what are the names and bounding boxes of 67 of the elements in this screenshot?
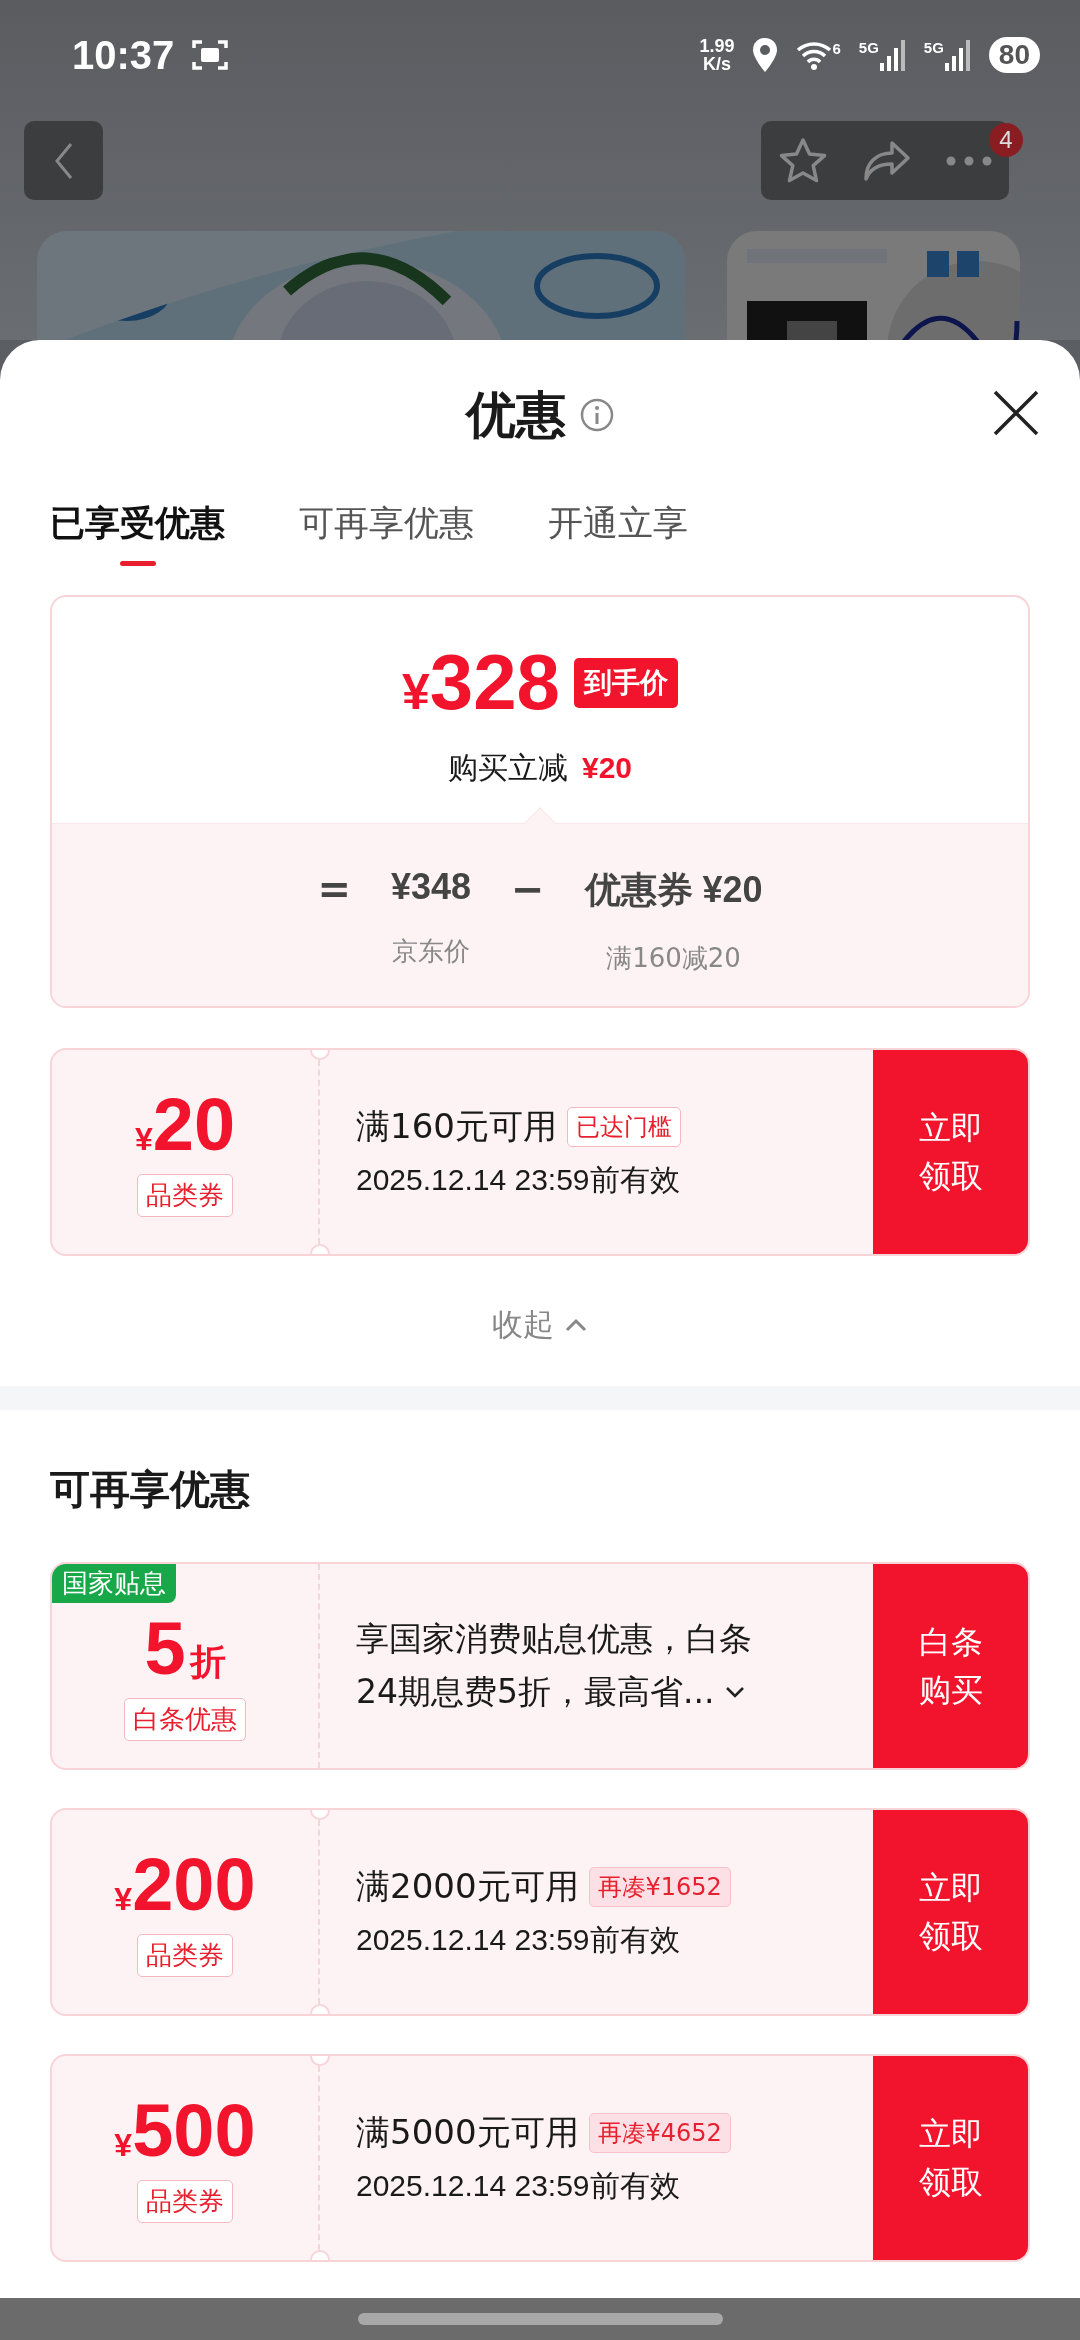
offer-description: 24期息费5折，最高省... (356, 1671, 715, 1713)
tab[interactable]: 可再享优惠 (299, 500, 474, 566)
more-icon[interactable] (946, 155, 992, 166)
currency-symbol: ¥ (114, 1882, 133, 1915)
currency-symbol: ¥ (134, 1122, 153, 1155)
coupon-amount: 200 (132, 1847, 256, 1922)
price-component: ¥348 (390, 866, 471, 908)
coupon-type-tag: 品类券 (137, 1933, 233, 1977)
price-tag: 到手价 (573, 657, 678, 708)
battery-level: 80 (988, 37, 1040, 73)
final-price: 328 (429, 637, 560, 728)
chevron-up-icon (564, 1318, 588, 1332)
tab[interactable]: 开通立享 (548, 500, 688, 566)
share-icon[interactable] (862, 138, 912, 183)
threshold-tag: 再凑¥4652 (588, 2112, 731, 2153)
network-speed-unit: K/s (702, 55, 731, 73)
claim-button[interactable]: 立即领取 (873, 1810, 1028, 2014)
claim-button[interactable]: 白条购买 (873, 1564, 1028, 1768)
price-component-caption: 京东价 (391, 935, 470, 968)
back-button[interactable] (24, 121, 103, 200)
claim-button[interactable]: 立即领取 (873, 1050, 1028, 1254)
coupon-amount: 20 (152, 1087, 236, 1162)
signal-icon (944, 39, 971, 71)
status-time: 10:37 (72, 32, 175, 78)
coupon-type-tag: 品类券 (137, 2179, 233, 2223)
coupon-condition: 满5000元可用 (356, 2110, 579, 2154)
collapse-button[interactable]: 收起 (484, 1296, 596, 1354)
coupon-type-tag: 白条优惠 (124, 1697, 246, 1741)
operator-sign: − (511, 866, 545, 912)
discount-unit: 折 (189, 1643, 226, 1680)
star-icon[interactable] (778, 136, 828, 185)
operator-sign: = (317, 866, 351, 912)
coupon-type-tag: 品类券 (137, 1173, 233, 1217)
threshold-tag: 已达门槛 (566, 1106, 681, 1147)
discount-value: 5 (144, 1611, 186, 1686)
threshold-tag: 再凑¥1652 (588, 1866, 731, 1907)
coupon-condition: 满160元可用 (356, 1104, 557, 1148)
tab[interactable]: 已享受优惠 (50, 500, 225, 566)
section-title: 可再享优惠 (50, 1465, 251, 1514)
price-component-caption: 满160减20 (606, 942, 741, 975)
notification-badge: 4 (989, 123, 1023, 157)
saving-amount: ¥20 (581, 751, 633, 785)
location-icon (752, 38, 779, 72)
close-icon[interactable] (992, 389, 1040, 437)
network-speed: 1.99 (699, 37, 735, 55)
currency-symbol: ¥ (402, 664, 430, 721)
back-icon[interactable] (52, 140, 75, 181)
network-type: 5G (858, 39, 879, 56)
subsidy-tag: 国家贴息 (52, 1564, 176, 1603)
claim-button[interactable]: 立即领取 (873, 2056, 1028, 2260)
saving-label: 购买立减 (447, 749, 568, 787)
network-type: 5G (923, 39, 944, 56)
screenshot-icon (192, 38, 229, 72)
sheet-title: 优惠 (466, 384, 566, 446)
validity-text: 2025.12.14 23:59前有效 (356, 1921, 681, 1958)
coupon-amount: 500 (132, 2093, 256, 2168)
wifi-icon (796, 40, 833, 70)
wifi-label: 6 (832, 40, 841, 57)
coupon-condition: 满2000元可用 (356, 1864, 579, 1908)
offer-description: 享国家消费贴息优惠，白条 (356, 1618, 752, 1661)
price-component: 优惠券 ¥20 (584, 868, 763, 912)
validity-text: 2025.12.14 23:59前有效 (356, 2167, 681, 2204)
currency-symbol: ¥ (114, 2128, 133, 2161)
validity-text: 2025.12.14 23:59前有效 (356, 1161, 681, 1198)
chevron-down-icon[interactable] (724, 1685, 747, 1700)
info-icon[interactable] (580, 398, 614, 432)
signal-icon (879, 39, 906, 71)
